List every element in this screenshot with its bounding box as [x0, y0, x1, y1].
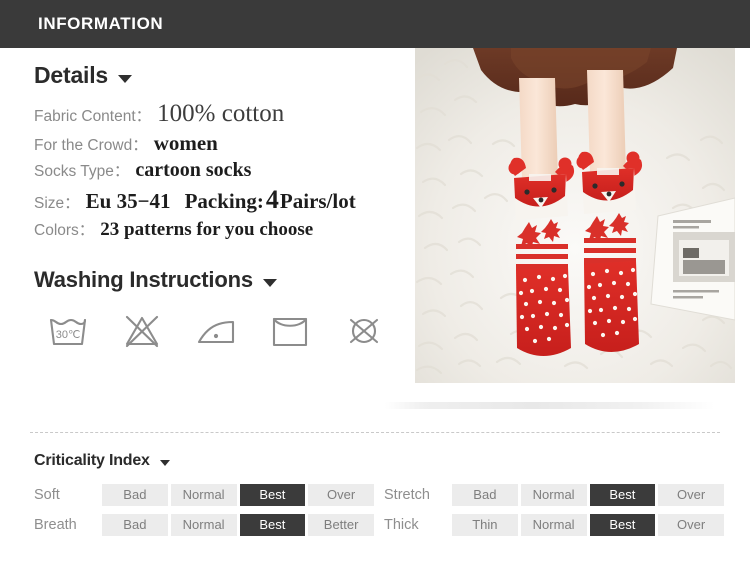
details-column: Details Fabric Content： 100% cotton For …	[34, 62, 404, 351]
left-sock	[508, 157, 575, 356]
criticality-row-breath: Breath Bad Normal Best Better	[34, 514, 374, 536]
details-list: Fabric Content： 100% cotton For the Crow…	[34, 100, 404, 241]
criticality-cell[interactable]: Normal	[520, 484, 587, 506]
criticality-cell-selected[interactable]: Best	[239, 514, 306, 536]
detail-label: For the Crowd：	[34, 137, 148, 154]
detail-label-packing: Packing:	[184, 189, 264, 213]
detail-value-colors: 23 patterns for you choose	[100, 219, 314, 240]
wash-temp-label: 30℃	[56, 329, 81, 341]
chevron-down-icon[interactable]	[118, 74, 133, 83]
details-section-header[interactable]: Details	[34, 62, 404, 89]
chevron-down-icon[interactable]	[159, 460, 170, 466]
criticality-row-soft: Soft Bad Normal Best Over	[34, 484, 374, 506]
image-shadow-band	[385, 402, 715, 409]
detail-value-size: Eu 35−41	[85, 189, 171, 213]
criticality-cell[interactable]: Bad	[102, 514, 168, 536]
detail-value: women	[153, 131, 218, 155]
details-heading: Details	[34, 62, 109, 88]
criticality-heading: Criticality Index	[34, 452, 150, 469]
criticality-cell-selected[interactable]: Best	[589, 484, 656, 506]
information-header-bar: INFORMATION	[0, 0, 750, 48]
criticality-cell[interactable]: Thin	[452, 514, 518, 536]
criticality-grid: Soft Bad Normal Best Over Stretch Bad No…	[34, 484, 724, 536]
detail-row-socks-type: Socks Type： cartoon socks	[34, 159, 404, 182]
detail-label: Socks Type：	[34, 163, 130, 180]
detail-value: cartoon socks	[135, 159, 252, 181]
criticality-cell-selected[interactable]: Best	[589, 514, 656, 536]
detail-row-fabric-content: Fabric Content： 100% cotton	[34, 100, 404, 128]
detail-value-packing-unit: Pairs/lot	[279, 189, 356, 213]
washing-icon-row: 30℃	[34, 311, 404, 351]
iron-dot	[213, 333, 219, 339]
criticality-section-header[interactable]: Criticality Index	[34, 452, 724, 470]
chevron-down-icon[interactable]	[262, 279, 277, 287]
criticality-cell[interactable]: Normal	[520, 514, 587, 536]
detail-label-size: Size：	[34, 195, 80, 212]
criticality-cell[interactable]: Bad	[452, 484, 518, 506]
do-not-dry-clean-icon	[340, 311, 388, 351]
criticality-cell[interactable]: Over	[308, 484, 374, 506]
criticality-cells: Bad Normal Best Better	[102, 514, 374, 536]
criticality-row-label: Soft	[34, 487, 60, 503]
criticality-row-label: Stretch	[384, 487, 430, 503]
right-sock	[576, 151, 643, 352]
criticality-cells: Bad Normal Best Over	[452, 484, 724, 506]
detail-row-for-the-crowd: For the Crowd： women	[34, 131, 404, 156]
iron-low-icon	[192, 311, 240, 351]
drip-dry-icon	[266, 311, 314, 351]
detail-row-size-packing: Size： Eu 35−41 Packing: 4 Pairs/lot	[34, 185, 404, 215]
criticality-row-label: Breath	[34, 517, 77, 533]
criticality-row-label: Thick	[384, 517, 419, 533]
criticality-row-stretch: Stretch Bad Normal Best Over	[384, 484, 724, 506]
criticality-cell[interactable]: Bad	[102, 484, 168, 506]
detail-label: Fabric Content：	[34, 108, 152, 125]
detail-row-colors: Colors： 23 patterns for you choose	[34, 218, 404, 241]
criticality-cell[interactable]: Over	[658, 484, 724, 506]
criticality-cells: Thin Normal Best Over	[452, 514, 724, 536]
do-not-bleach-icon	[118, 311, 166, 351]
product-photo[interactable]	[415, 48, 735, 383]
criticality-cell[interactable]: Better	[308, 514, 374, 536]
section-divider	[30, 432, 720, 433]
criticality-cell[interactable]: Normal	[170, 514, 237, 536]
criticality-cell-selected[interactable]: Best	[239, 484, 306, 506]
criticality-index-block: Criticality Index Soft Bad Normal Best O…	[34, 452, 724, 536]
page-title: INFORMATION	[38, 14, 164, 33]
criticality-row-thick: Thick Thin Normal Best Over	[384, 514, 724, 536]
detail-value: 100% cotton	[157, 100, 285, 127]
washing-section-header[interactable]: Washing Instructions	[34, 267, 404, 293]
detail-value-packing-count: 4	[265, 185, 279, 214]
wash-30c-icon: 30℃	[44, 311, 92, 351]
detail-label-colors: Colors：	[34, 222, 95, 239]
criticality-cell[interactable]: Over	[658, 514, 724, 536]
criticality-cell[interactable]: Normal	[170, 484, 237, 506]
magazine	[650, 197, 735, 321]
criticality-cells: Bad Normal Best Over	[102, 484, 374, 506]
washing-heading: Washing Instructions	[34, 267, 253, 292]
washing-instructions-block: Washing Instructions 30℃	[34, 267, 404, 351]
